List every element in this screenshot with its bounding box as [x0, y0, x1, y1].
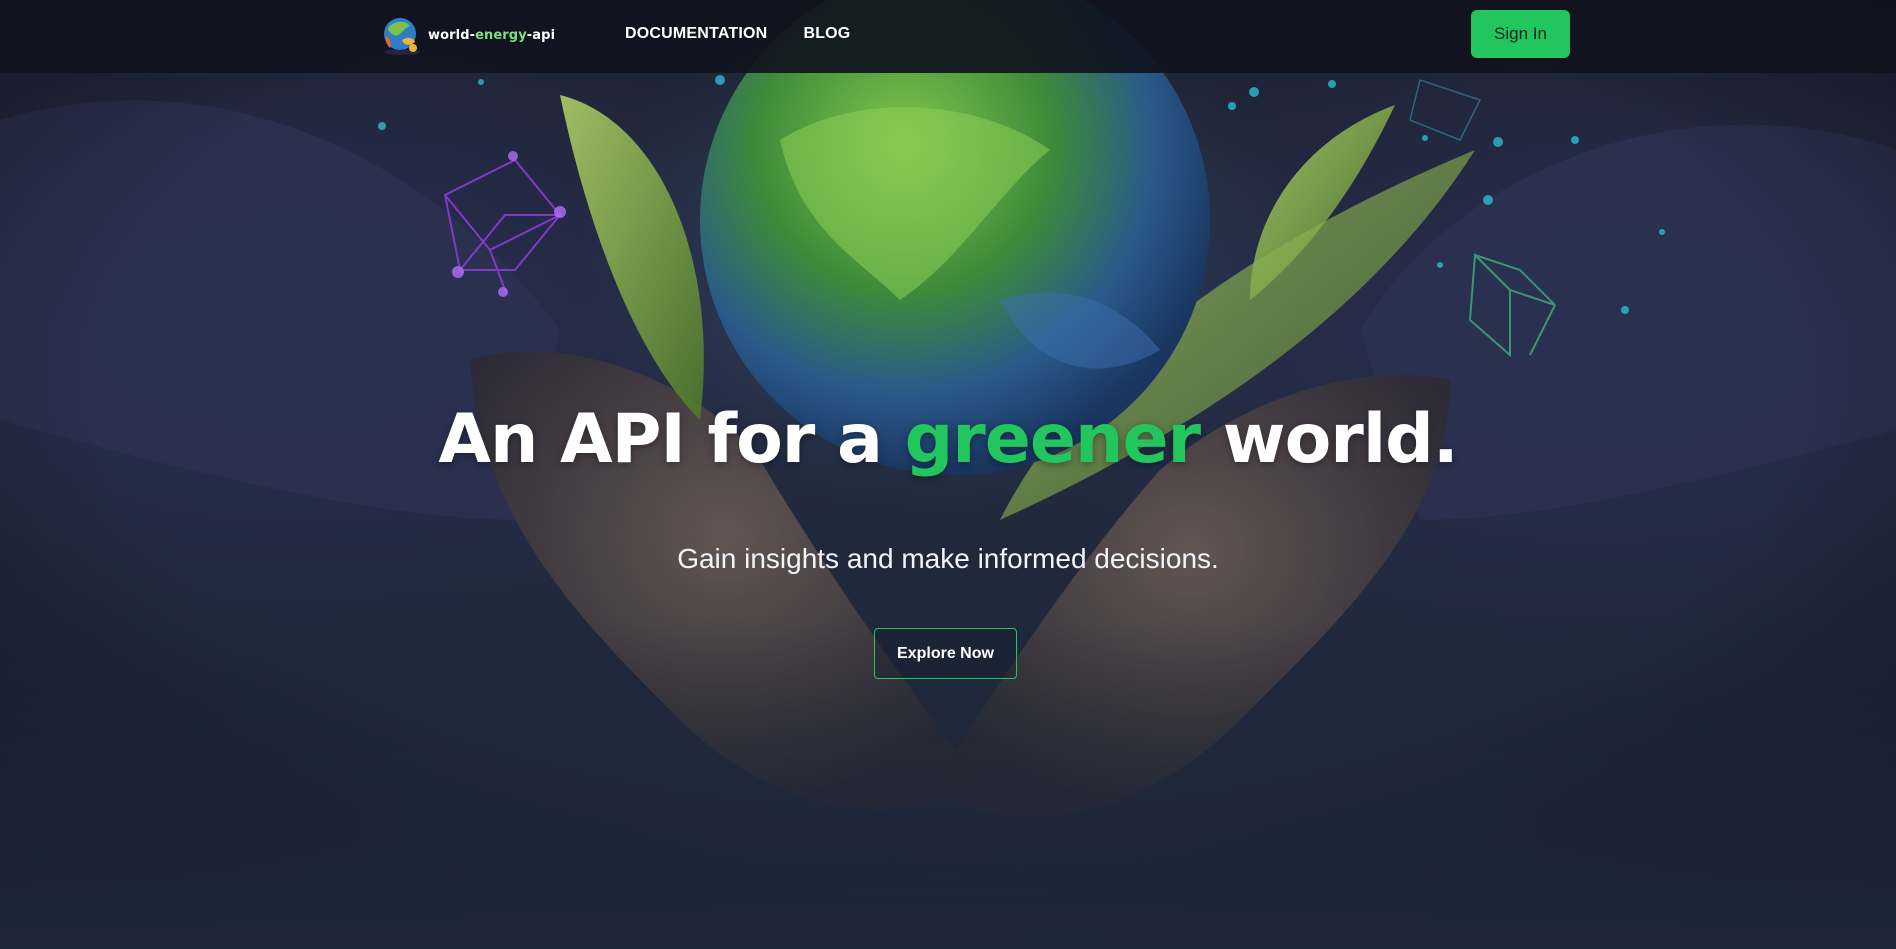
nav-link-documentation[interactable]: DOCUMENTATION [625, 23, 767, 45]
logo-text-api: -api [526, 27, 556, 43]
headline-accent-word: greener [904, 400, 1202, 479]
logo-text: world-energy-api [428, 28, 555, 43]
headline-text-end: world. [1200, 400, 1459, 479]
explore-now-button[interactable]: Explore Now [874, 628, 1017, 679]
top-navbar: world-energy-api DOCUMENTATION BLOG Sign… [0, 0, 1896, 73]
sign-in-button[interactable]: Sign In [1471, 10, 1570, 58]
main-nav: DOCUMENTATION BLOG [625, 23, 850, 45]
headline-text-start: An API for a [438, 400, 905, 479]
site-logo[interactable]: world-energy-api [380, 14, 555, 56]
hero-subheadline: Gain insights and make informed decision… [677, 543, 1219, 574]
logo-text-energy: energy [475, 27, 527, 43]
earth-globe-icon [384, 18, 420, 55]
hero-headline: An API for a greener world. [0, 400, 1896, 479]
nav-link-blog[interactable]: BLOG [803, 23, 850, 45]
logo-text-world: world- [428, 27, 476, 43]
